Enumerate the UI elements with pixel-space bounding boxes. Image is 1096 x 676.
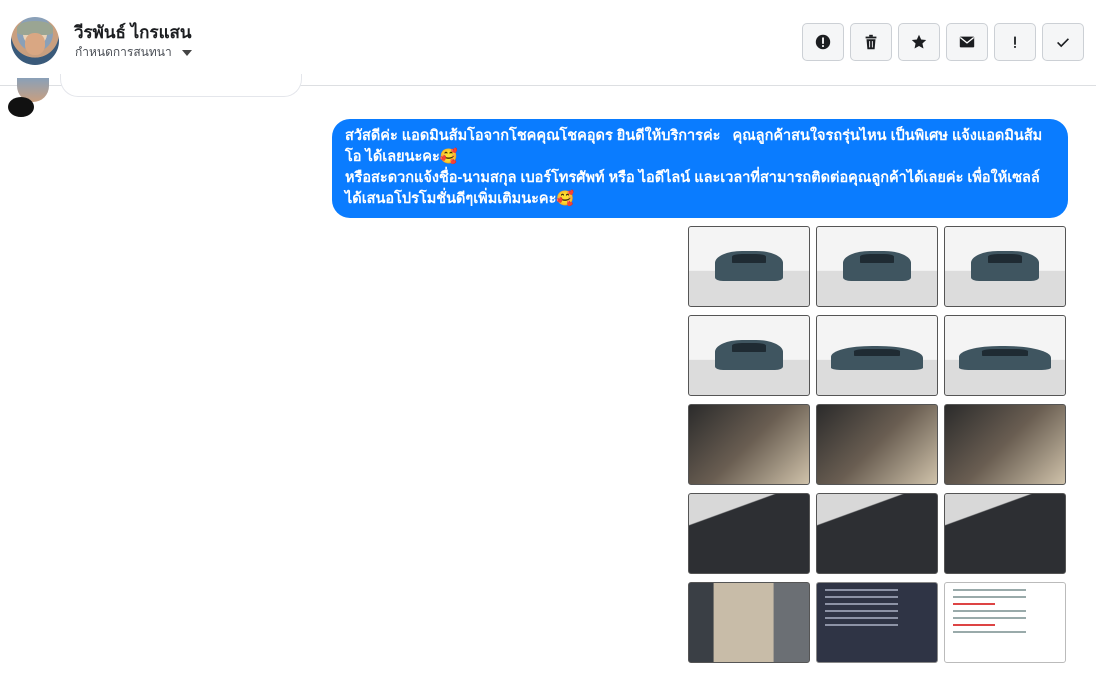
car-battery-photo[interactable] [944, 493, 1066, 574]
alert-circle-icon [815, 34, 831, 50]
contact-avatar[interactable] [11, 17, 59, 65]
star-icon [911, 34, 927, 49]
message-line-2: หรือสะดวกแจ้งชื่อ-นามสกุล เบอร์โทรศัพท์ … [345, 170, 1040, 207]
conversation-menu-dropdown[interactable]: กำหนดการสนทนา [75, 43, 192, 62]
page-logo-icon [8, 97, 34, 117]
conversation-menu-label: กำหนดการสนทนา [75, 45, 172, 59]
car-door-interior-photo[interactable] [688, 404, 810, 485]
car-radio-photo[interactable] [816, 493, 938, 574]
post-text-screenshot[interactable] [944, 582, 1066, 663]
message-line-1: สวัสดีค่ะ แอดมินส้มโอจากโชคคุณโชคอุดร ยิ… [345, 128, 1043, 165]
car-front-three-quarter-photo[interactable] [816, 226, 938, 307]
car-gear-shift-photo[interactable] [944, 404, 1066, 485]
avatar-face [25, 33, 45, 55]
exclamation-icon [1014, 36, 1016, 48]
car-side-photo[interactable] [816, 315, 938, 396]
car-rear-photo[interactable] [688, 315, 810, 396]
contact-name[interactable]: วีรพันธ์ ไกรแสน [74, 19, 192, 46]
envelope-icon [959, 36, 975, 48]
car-front-photo[interactable] [688, 226, 810, 307]
check-icon [1057, 38, 1069, 48]
image-gallery [688, 226, 1068, 663]
star-button[interactable] [898, 23, 940, 61]
conversation-toolbar [802, 23, 1084, 61]
car-dashboard-photo[interactable] [816, 404, 938, 485]
spam-button[interactable] [802, 23, 844, 61]
outgoing-message-bubble[interactable]: สวัสดีค่ะ แอดมินส้มโอจากโชคคุณโชคอุดร ยิ… [332, 119, 1068, 218]
delete-button[interactable] [850, 23, 892, 61]
follow-up-button[interactable] [994, 23, 1036, 61]
spec-sheet-screenshot[interactable] [816, 582, 938, 663]
car-engine-photo[interactable] [688, 493, 810, 574]
mark-unread-button[interactable] [946, 23, 988, 61]
car-rear-three-quarter-photo[interactable] [944, 226, 1066, 307]
done-button[interactable] [1042, 23, 1084, 61]
trash-icon [865, 34, 877, 50]
caret-down-icon [181, 49, 192, 56]
car-rear-seat-photo[interactable] [688, 582, 810, 663]
previous-message-bubble [60, 74, 302, 97]
car-side-photo-2[interactable] [944, 315, 1066, 396]
